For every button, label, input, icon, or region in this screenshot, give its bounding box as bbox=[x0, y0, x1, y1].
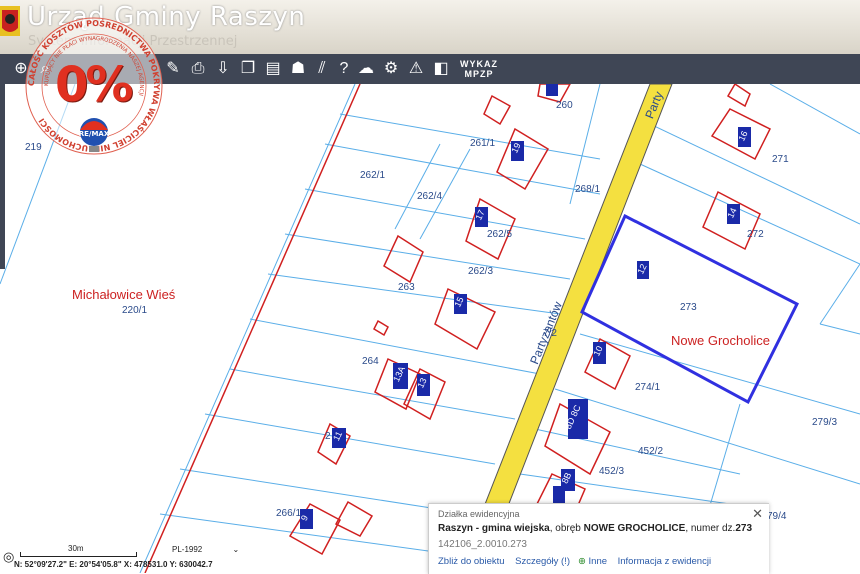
parcel-label: 262/4 bbox=[417, 191, 443, 202]
parcel-label: 261/1 bbox=[470, 138, 496, 149]
details-link[interactable]: Szczegóły (!) bbox=[515, 556, 570, 567]
gps-icon[interactable]: ◎ bbox=[3, 549, 14, 565]
tools-icon[interactable]: ◧ bbox=[430, 58, 452, 80]
parcel-label: 2 bbox=[325, 431, 331, 442]
popup-header: Działka ewidencyjna bbox=[438, 509, 520, 519]
layers-icon[interactable]: ❐ bbox=[237, 58, 259, 80]
popup-numer: 273 bbox=[735, 523, 753, 534]
parcel-label: 268/1 bbox=[575, 184, 601, 195]
zoom-to-object-link[interactable]: Zbliż do obiektu bbox=[438, 556, 505, 567]
parcel-label: 452/2 bbox=[638, 446, 664, 457]
mpzp-label: MPZP bbox=[464, 69, 494, 79]
hatch-icon[interactable]: ⫽ bbox=[311, 58, 333, 80]
place-label-michalowice: Michałowice Wieś bbox=[72, 287, 176, 302]
parcel-label: 262/1 bbox=[360, 170, 386, 181]
parcel-label: 274/1 bbox=[635, 382, 661, 393]
place-label-nowe-grocholice: Nowe Grocholice bbox=[671, 333, 770, 348]
parcel-label: 264 bbox=[362, 356, 379, 367]
shape-icon[interactable]: ☗ bbox=[287, 58, 309, 80]
registry-info-link[interactable]: Informacja z ewidencji bbox=[618, 556, 711, 567]
parcel-label: 273 bbox=[680, 302, 697, 313]
popup-numer-label: , numer dz. bbox=[685, 523, 736, 534]
popup-links: Zbliż do obiektu Szczegóły (!) ⊕ Inne In… bbox=[438, 556, 711, 567]
left-panel-handle[interactable] bbox=[0, 84, 5, 269]
parcel-label: 271 bbox=[772, 154, 789, 165]
popup-obreb: NOWE GROCHOLICE bbox=[583, 523, 686, 534]
warning-icon[interactable]: ⚠ bbox=[405, 58, 427, 80]
coat-of-arms-icon bbox=[0, 6, 20, 36]
status-bar: ◎ 30m PL-1992 ⌄ N: 52°09'27.2" E: 20°54'… bbox=[0, 540, 430, 573]
chevron-down-icon: ⌄ bbox=[232, 545, 240, 554]
popup-parcel-id: 142106_2.0010.273 bbox=[438, 539, 527, 550]
wykaz-label: WYKAZ bbox=[460, 59, 498, 69]
wykaz-mpzp-button[interactable]: WYKAZ MPZP bbox=[460, 59, 498, 79]
badge-brand: RE/MAX bbox=[79, 130, 110, 138]
scale-bar bbox=[20, 552, 137, 557]
parcel-info-popup: Działka ewidencyjna ✕ Raszyn - gmina wie… bbox=[428, 503, 769, 574]
crs-select[interactable]: PL-1992 ⌄ bbox=[172, 545, 239, 554]
print-icon[interactable]: ⎙ bbox=[187, 58, 209, 80]
parcel-label: 263 bbox=[398, 282, 415, 293]
parcel-label: 79/4 bbox=[767, 511, 787, 522]
close-icon[interactable]: ✕ bbox=[752, 506, 763, 522]
download-icon[interactable]: ⇩ bbox=[212, 58, 234, 80]
other-link[interactable]: Inne bbox=[589, 556, 608, 567]
popup-gmina: Raszyn - gmina wiejska bbox=[438, 523, 550, 534]
parcel-label: 266/1 bbox=[276, 508, 302, 519]
parcel-label: 262/5 bbox=[487, 229, 513, 240]
crs-value: PL-1992 bbox=[172, 545, 203, 554]
cloud-icon[interactable]: ☁ bbox=[355, 58, 377, 80]
parcel-label: 220/1 bbox=[122, 305, 148, 316]
parcel-label: 260 bbox=[556, 100, 573, 111]
parcel-label: 272 bbox=[747, 229, 764, 240]
popup-obreb-label: , obręb bbox=[549, 523, 584, 534]
help-icon[interactable]: ? bbox=[333, 58, 355, 80]
popup-main-line: Raszyn - gmina wiejska, obręb NOWE GROCH… bbox=[438, 523, 752, 534]
coords-readout: N: 52°09'27.2" E: 20°54'05.8" X: 478531.… bbox=[14, 560, 213, 569]
legend-icon[interactable]: ▤ bbox=[262, 58, 284, 80]
parcel-label: 452/3 bbox=[599, 466, 625, 477]
plus-icon[interactable]: ⊕ bbox=[578, 556, 586, 567]
settings-icon[interactable]: ⚙ bbox=[380, 58, 402, 80]
parcel-label: 279/3 bbox=[812, 417, 838, 428]
parcel-label: 262/3 bbox=[468, 266, 494, 277]
badge-percent: 0% bbox=[55, 57, 133, 113]
